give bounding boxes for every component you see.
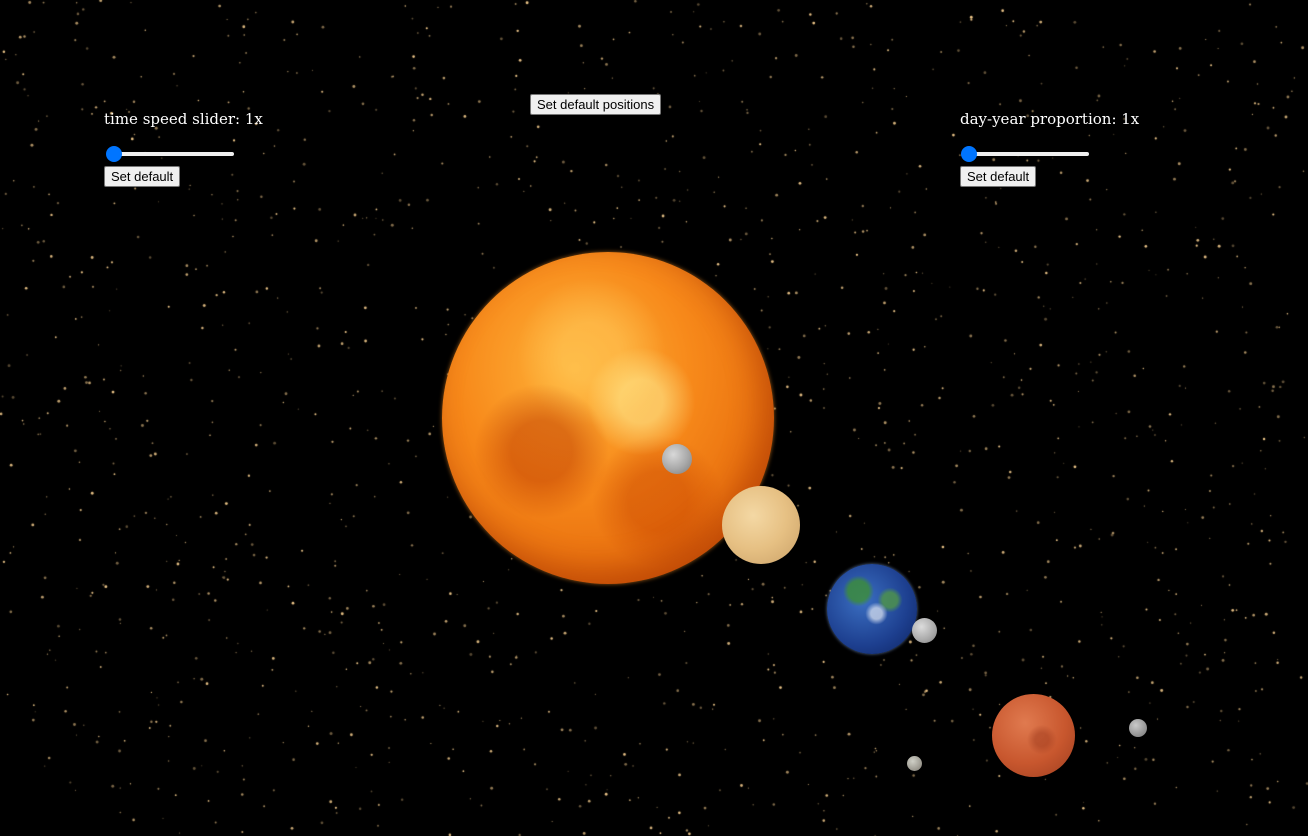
phobos xyxy=(907,756,922,771)
time-speed-slider[interactable] xyxy=(106,146,236,162)
mars xyxy=(992,694,1075,777)
day-year-default-button[interactable]: Set default xyxy=(960,166,1037,187)
venus xyxy=(722,486,800,564)
slider-track xyxy=(108,152,234,156)
day-year-slider[interactable] xyxy=(961,146,1091,162)
slider-thumb[interactable] xyxy=(106,146,122,162)
slider-track xyxy=(963,152,1089,156)
time-speed-label: time speed slider: 1x xyxy=(104,110,263,128)
earth xyxy=(827,564,917,654)
set-default-positions-button[interactable]: Set default positions xyxy=(530,94,662,115)
slider-thumb[interactable] xyxy=(961,146,977,162)
mercury xyxy=(662,444,692,474)
day-year-label: day-year proportion: 1x xyxy=(960,110,1140,128)
solar-system-canvas[interactable]: time speed slider: 1x Set default Set de… xyxy=(0,0,1308,836)
deimos xyxy=(1129,719,1147,737)
time-speed-default-button[interactable]: Set default xyxy=(104,166,181,187)
moon xyxy=(912,618,937,643)
